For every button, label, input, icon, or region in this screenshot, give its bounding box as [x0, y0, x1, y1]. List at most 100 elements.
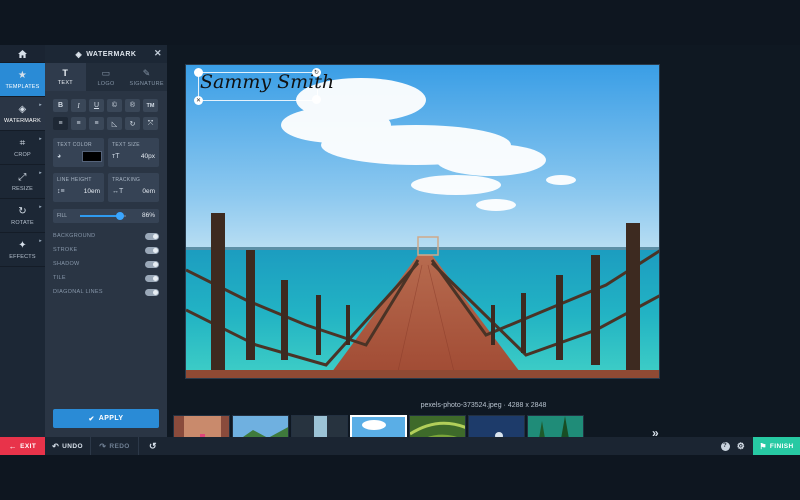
toggle-row-shadow: SHADOW: [45, 257, 167, 271]
text-size-label: TEXT SIZE: [112, 142, 140, 148]
bottom-toolbar: ← EXIT ↶ UNDO ↷ REDO ↺ ? ⚙ ⚑ FINISH: [0, 437, 800, 455]
rail-item-crop[interactable]: ▸ ⌗ CROP: [0, 131, 45, 165]
rail-item-watermark[interactable]: ▸ ◈ WATERMARK: [0, 97, 45, 131]
tool-rail: ★ TEMPLATES ▸ ◈ WATERMARK ▸ ⌗ CROP ▸ ⤢ R…: [0, 45, 45, 437]
photo-canvas[interactable]: [185, 64, 660, 379]
align-left-icon: ≡: [58, 120, 63, 127]
text-size-icon: ᴛT: [112, 153, 120, 160]
tracking-value: 0em: [142, 188, 155, 195]
image-icon: ▭: [101, 67, 111, 78]
resize-handle-bottom-right[interactable]: [312, 95, 321, 104]
finish-button[interactable]: ⚑ FINISH: [753, 437, 800, 455]
image-filename: pexels-photo-373524.jpeg · 4288 x 2848: [420, 402, 547, 409]
text-size-field[interactable]: TEXT SIZE ᴛT 40px: [108, 138, 159, 167]
background-toggle[interactable]: [145, 232, 159, 240]
tab-label: SIGNATURE: [129, 80, 164, 87]
text-format-row: B I U © ® TM: [45, 99, 167, 112]
watermark-tabs: T TEXT ▭ LOGO ✎ SIGNATURE: [45, 63, 167, 91]
gear-icon: ⚙: [736, 440, 746, 451]
underline-button[interactable]: U: [89, 99, 104, 112]
shadow-toggle[interactable]: [145, 260, 159, 268]
toggle-row-stroke: STROKE: [45, 243, 167, 257]
tab-text[interactable]: T TEXT: [45, 63, 86, 91]
close-icon[interactable]: ✕: [154, 48, 162, 59]
tracking-field[interactable]: TRACKING ↔T 0em: [108, 173, 159, 202]
close-icon: ✕: [195, 98, 202, 104]
rail-item-templates[interactable]: ★ TEMPLATES: [0, 63, 45, 97]
settings-button[interactable]: ⚙: [734, 437, 748, 455]
tab-label: TEXT: [57, 80, 73, 86]
top-band: [0, 0, 800, 45]
italic-button[interactable]: I: [71, 99, 86, 112]
home-button[interactable]: [0, 45, 45, 63]
tab-logo[interactable]: ▭ LOGO: [86, 63, 127, 91]
rail-item-label: TEMPLATES: [5, 83, 40, 90]
flip-button[interactable]: ⤧: [143, 117, 158, 130]
align-center-icon: ≡: [76, 120, 81, 127]
toggle-label: STROKE: [53, 247, 78, 253]
apply-button[interactable]: ✔ APPLY: [53, 409, 159, 428]
resize-handle-top-left[interactable]: [194, 68, 203, 77]
tab-signature[interactable]: ✎ SIGNATURE: [126, 63, 167, 91]
rail-item-label: CROP: [14, 151, 31, 158]
toggle-label: BACKGROUND: [53, 233, 96, 239]
help-icon: ?: [720, 441, 730, 451]
history-icon: ↺: [149, 440, 157, 451]
alignment-row: ≡ ≡ ≡ ◺ ↻ ⤧: [45, 117, 167, 130]
underline-label: U: [93, 102, 100, 109]
text-color-field[interactable]: TEXT COLOR ◕: [53, 138, 104, 167]
skew-icon: ◺: [111, 120, 118, 128]
help-button[interactable]: ?: [718, 437, 732, 455]
line-height-icon: ↕≡: [57, 188, 65, 195]
rail-item-label: RESIZE: [11, 185, 34, 192]
crop-icon: ⌗: [19, 137, 26, 149]
fill-slider-row: FILL 86%: [53, 209, 159, 223]
italic-label: I: [77, 101, 80, 110]
apply-label: APPLY: [98, 415, 124, 422]
tile-toggle[interactable]: [145, 274, 159, 282]
rotate-text-button[interactable]: ↻: [125, 117, 140, 130]
align-left-button[interactable]: ≡: [53, 117, 68, 130]
delete-handle[interactable]: ✕: [194, 96, 203, 105]
toggle-label: DIAGONAL LINES: [53, 289, 103, 295]
magic-wand-icon: ✦: [18, 239, 27, 251]
trademark-button[interactable]: TM: [143, 99, 158, 112]
spacing-row: LINE HEIGHT ↕≡ 10em TRACKING ↔T 0em: [45, 173, 167, 202]
rail-item-effects[interactable]: ▸ ✦ EFFECTS: [0, 233, 45, 267]
rail-item-label: ROTATE: [11, 219, 34, 226]
caret-right-icon: ▸: [39, 170, 42, 176]
align-right-button[interactable]: ≡: [89, 117, 104, 130]
copyright-button[interactable]: ©: [107, 99, 122, 112]
watermark-panel: ◈ WATERMARK ✕ T TEXT ▭ LOGO ✎ SIGNATURE …: [45, 45, 167, 437]
panel-header: ◈ WATERMARK ✕: [45, 45, 167, 63]
line-height-field[interactable]: LINE HEIGHT ↕≡ 10em: [53, 173, 104, 202]
redo-icon: ↷: [99, 441, 107, 451]
history-button[interactable]: ↺: [139, 437, 167, 455]
redo-button[interactable]: ↷ REDO: [91, 437, 139, 455]
rail-item-rotate[interactable]: ▸ ↻ ROTATE: [0, 199, 45, 233]
fill-slider-handle[interactable]: [115, 212, 124, 220]
rotate-handle[interactable]: ↻: [312, 68, 321, 77]
pier-photo: [186, 65, 659, 378]
stroke-toggle[interactable]: [145, 246, 159, 254]
exit-label: EXIT: [20, 442, 37, 450]
text-size-value: 40px: [140, 153, 155, 160]
diagonal-lines-toggle[interactable]: [145, 288, 159, 296]
bold-button[interactable]: B: [53, 99, 68, 112]
rotate-icon: ↻: [313, 70, 320, 76]
align-right-icon: ≡: [94, 120, 99, 127]
fill-label: FILL: [57, 213, 68, 219]
undo-button[interactable]: ↶ UNDO: [45, 437, 91, 455]
align-center-button[interactable]: ≡: [71, 117, 86, 130]
registered-button[interactable]: ®: [125, 99, 140, 112]
rail-item-resize[interactable]: ▸ ⤢ RESIZE: [0, 165, 45, 199]
redo-label: REDO: [109, 442, 130, 450]
exit-button[interactable]: ← EXIT: [0, 437, 45, 455]
panel-title: WATERMARK: [86, 50, 137, 58]
flip-icon: ⤧: [147, 119, 154, 127]
color-swatch[interactable]: [82, 151, 102, 162]
skew-button[interactable]: ◺: [107, 117, 122, 130]
line-height-value: 10em: [83, 188, 100, 195]
flag-icon: ⚑: [759, 441, 767, 451]
resize-icon: ⤢: [18, 171, 27, 183]
